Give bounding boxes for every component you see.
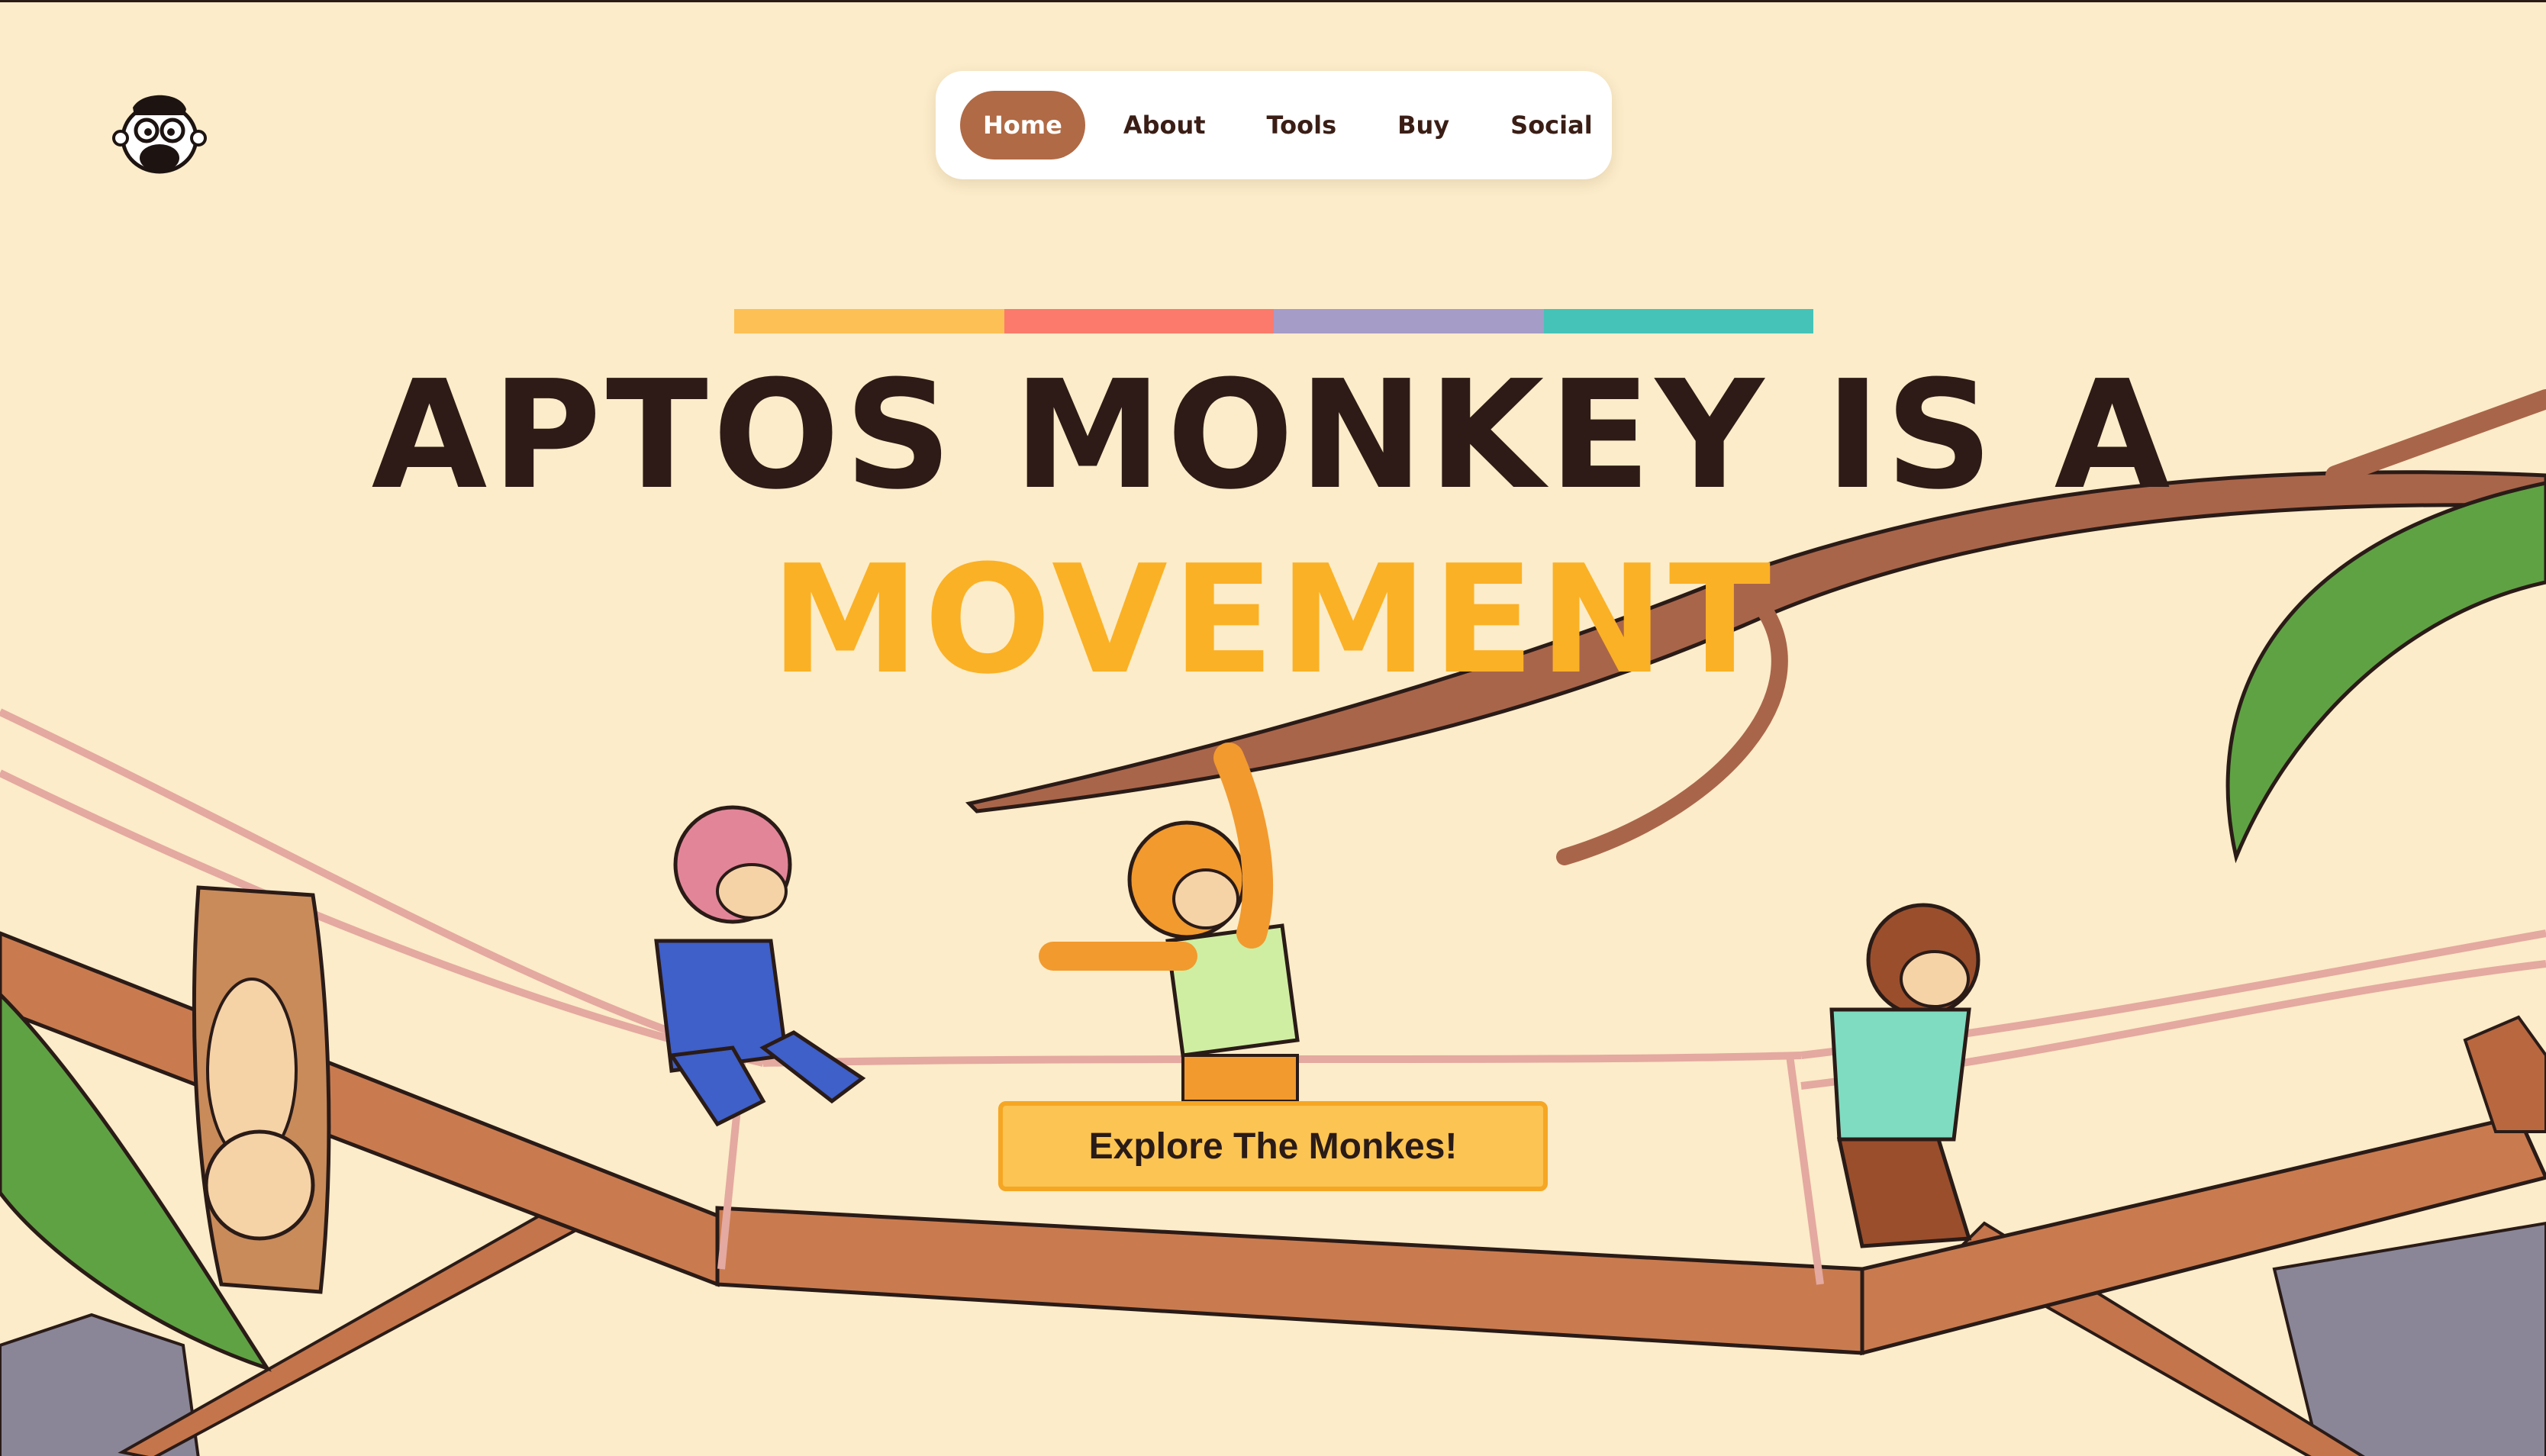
nav-home[interactable]: Home (960, 91, 1085, 159)
nav-about[interactable]: About (1101, 91, 1229, 159)
monkey-logo-icon[interactable] (111, 85, 208, 175)
stripe-teal (1543, 309, 1813, 333)
nav-buy[interactable]: Buy (1375, 91, 1472, 159)
stripe-yellow (734, 309, 1004, 333)
jungle-bridge-illustration (0, 389, 2546, 1456)
hero-headline: APTOS MONKEY IS A (371, 349, 2175, 523)
hero-headline-accent: MOVEMENT (770, 533, 1776, 707)
explore-monkes-button[interactable]: Explore The Monkes! (998, 1101, 1548, 1191)
page: Home About Tools Buy Social APTOS MONKEY… (0, 0, 2546, 1456)
main-nav: Home About Tools Buy Social (936, 71, 1612, 179)
nav-tools[interactable]: Tools (1244, 91, 1360, 159)
nav-social[interactable]: Social (1487, 91, 1616, 159)
stripe-lavender (1274, 309, 1544, 333)
stripe-coral (1004, 309, 1274, 333)
color-stripe (734, 309, 1813, 333)
